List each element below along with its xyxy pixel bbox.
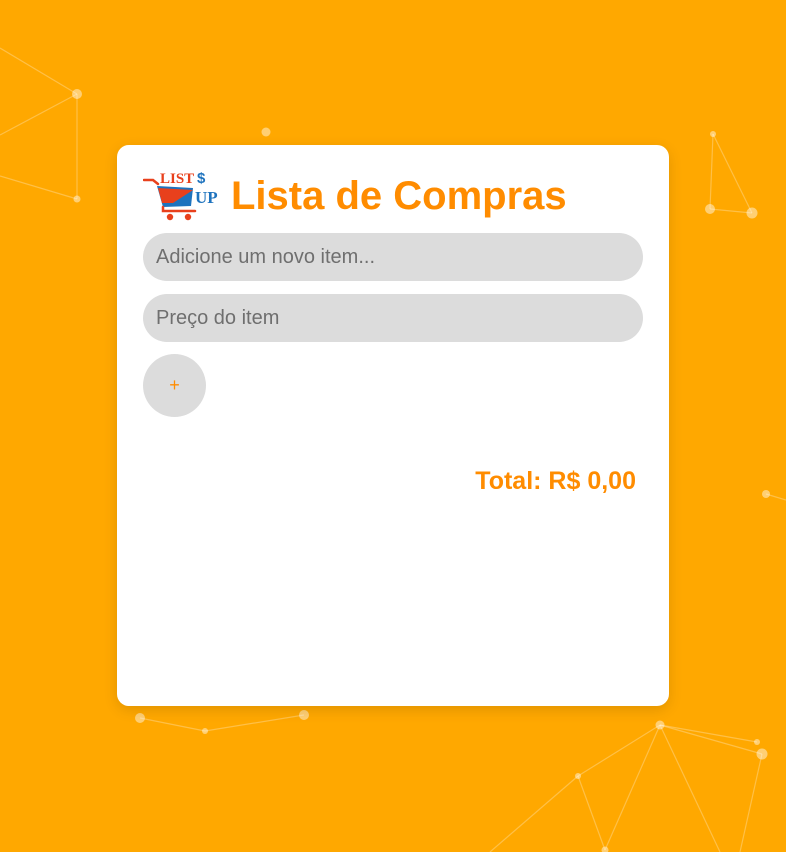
total-amount: Total: R$ 0,00 — [475, 467, 636, 495]
page-title: Lista de Compras — [231, 174, 567, 218]
app-header: LIST $ UP Lista de Compras — [142, 169, 567, 223]
shopping-list-card: LIST $ UP Lista de Compras + Total: R$ 0… — [117, 145, 669, 706]
cart-logo-icon: LIST $ UP — [142, 170, 218, 221]
logo-text-up: UP — [195, 188, 218, 207]
logo-text-list: LIST — [160, 171, 194, 187]
logo-text-dollar: $ — [197, 170, 206, 187]
add-item-button[interactable]: + — [143, 354, 206, 417]
item-price-input[interactable] — [143, 294, 643, 342]
app-logo: LIST $ UP — [142, 169, 221, 223]
item-name-input[interactable] — [143, 233, 643, 281]
shopping-item-list — [143, 517, 643, 677]
